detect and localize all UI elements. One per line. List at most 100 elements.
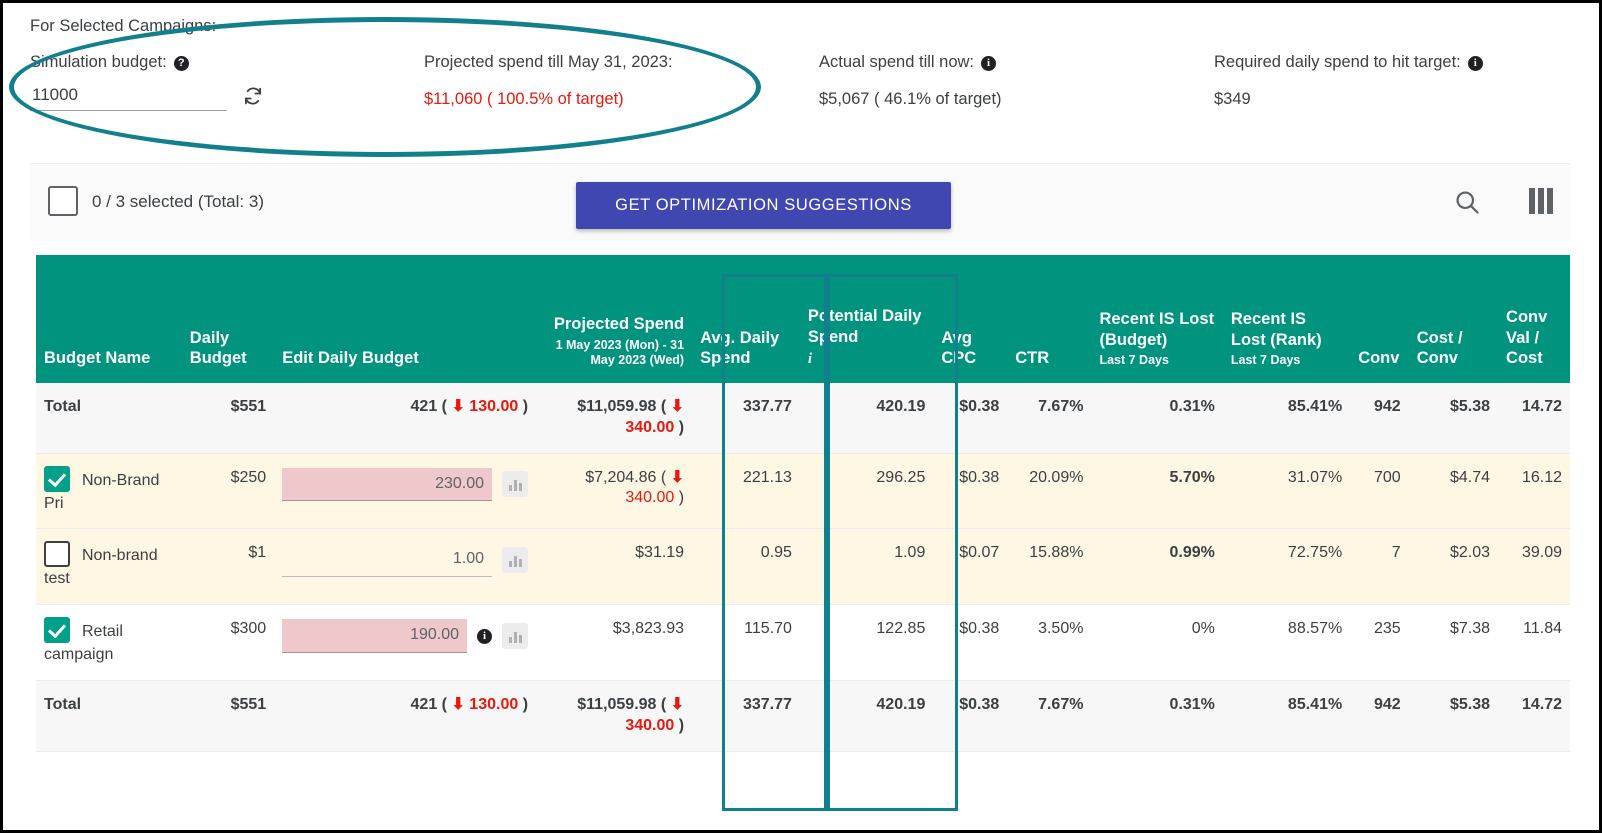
cell-avg-cpc: $0.07 [933,528,1008,606]
cell-conv-val-cost: 16.12 [1498,453,1570,530]
summary-panel: For Selected Campaigns: Simulation budge… [3,3,1599,158]
select-all-checkbox[interactable] [48,186,78,216]
cell-cost-per-conv: $7.38 [1408,604,1499,681]
info-icon[interactable]: i [981,56,997,71]
bar-chart-icon[interactable] [502,623,529,650]
cell-potential-daily-spend: 296.25 [799,453,934,530]
cell-avg-cpc: $0.38 [933,680,1008,752]
cell-daily-budget: $250 [181,453,275,530]
row-checkbox[interactable] [44,541,70,568]
table-row: Retail campaign $300 190.00 i $3,823.93 … [36,604,1570,681]
cell-is-lost-rank: 31.07% [1222,453,1351,530]
col-avg-daily-spend[interactable]: Avg. Daily Spend [692,255,800,383]
cell-name: Retail campaign [36,604,182,681]
cell-cost-per-conv: $5.38 [1408,383,1499,454]
col-ctr[interactable]: CTR [1007,255,1092,383]
cell-name: Total [36,680,182,752]
col-projected-spend[interactable]: Projected Spend 1 May 2023 (Mon) - 31 Ma… [536,255,693,383]
simulation-budget-input[interactable] [30,85,227,111]
col-conv-val-cost[interactable]: Conv Val / Cost [1498,255,1570,383]
daily-budget-input[interactable]: 1.00 [282,543,493,578]
cell-potential-daily-spend: 420.19 [799,383,934,454]
row-checkbox[interactable] [44,465,70,492]
cell-is-lost-rank: 85.41% [1222,383,1351,454]
edit-delta: 130.00 [469,398,519,415]
col-projected-spend-label: Projected Spend [553,315,685,334]
info-icon[interactable]: i [1467,56,1483,71]
cell-cost-per-conv: $4.74 [1408,453,1499,530]
screenshot-root: For Selected Campaigns: Simulation budge… [0,0,1602,833]
cell-daily-budget: $551 [181,680,275,752]
cell-avg-daily-spend: 0.95 [692,528,800,606]
decrease-arrow-icon: ⬇ [670,468,685,486]
col-avg-cpc[interactable]: Avg CPC [933,255,1008,383]
metric-simulation-budget: Simulation budget: ? [30,53,189,72]
search-icon[interactable] [1453,188,1481,216]
row-checkbox[interactable] [44,617,70,644]
projected-value: $11,059.98 ( [577,695,667,713]
col-is-lost-budget-label: Recent IS Lost (Budget) [1099,310,1215,349]
edit-delta: 130.00 [469,695,519,713]
edit-prefix: 421 ( [410,398,447,415]
col-recent-is-lost-budget[interactable]: Recent IS Lost (Budget) Last 7 Days [1091,255,1223,383]
cell-projected-spend: $3,823.93 [536,604,693,681]
cell-is-lost-budget: 0.31% [1091,680,1223,752]
col-recent-is-lost-rank[interactable]: Recent IS Lost (Rank) Last 7 Days [1222,255,1351,383]
summary-title: For Selected Campaigns: [30,17,217,35]
metric-label: Simulation budget: ? [30,53,189,72]
cell-conv: 235 [1350,604,1409,681]
col-cost-per-conv[interactable]: Cost / Conv [1408,255,1499,383]
daily-budget-input[interactable]: 190.00 [282,619,468,653]
metric-value: $349 [1214,90,1251,108]
cell-edit-daily-budget: 421 ( ⬇ 130.00 ) [274,680,537,752]
selection-count-label: 0 / 3 selected (Total: 3) [92,192,264,211]
help-icon[interactable]: ? [173,56,189,71]
metric-label-text: Actual spend till now: [819,53,975,71]
cell-avg-cpc: $0.38 [933,604,1008,681]
cell-edit-daily-budget: 230.00 [274,453,537,530]
refresh-icon[interactable] [243,86,263,106]
col-potential-daily-spend-label: Potential Daily Spend [807,307,922,346]
col-edit-daily-budget[interactable]: Edit Daily Budget [274,255,537,383]
cell-ctr: 7.67% [1007,680,1092,752]
col-daily-budget[interactable]: Daily Budget [181,255,275,383]
budget-table-container: Budget Name Daily Budget Edit Daily Budg… [36,255,1570,752]
table-toolbar: 0 / 3 selected (Total: 3) GET OPTIMIZATI… [30,163,1571,241]
cell-conv: 700 [1350,453,1409,530]
metric-actual-spend: Actual spend till now: i $5,067 ( 46.1% … [819,53,1002,109]
cell-edit-daily-budget: 421 ( ⬇ 130.00 ) [274,383,537,454]
info-icon[interactable]: i [477,628,493,644]
projected-delta: 340.00 [625,716,675,734]
col-budget-name[interactable]: Budget Name [36,255,182,383]
cell-conv-val-cost: 11.84 [1498,604,1570,681]
decrease-arrow-icon: ⬇ [451,398,465,415]
cell-avg-cpc: $0.38 [933,383,1008,454]
cell-ctr: 15.88% [1007,528,1092,606]
col-is-lost-budget-sub: Last 7 Days [1099,353,1169,368]
col-conv[interactable]: Conv [1350,255,1409,383]
cell-potential-daily-spend: 122.85 [799,604,934,681]
decrease-arrow-icon: ⬇ [670,398,685,415]
projected-delta: 340.00 [625,489,675,507]
metric-projected-spend: Projected spend till May 31, 2023: $11,0… [424,53,673,109]
edit-prefix: 421 ( [410,695,447,713]
potential-info-icon[interactable]: i [808,350,925,369]
get-optimization-suggestions-button[interactable]: GET OPTIMIZATION SUGGESTIONS [576,182,951,229]
cell-avg-daily-spend: 337.77 [692,680,800,752]
cell-potential-daily-spend: 420.19 [799,680,934,752]
cell-is-lost-budget: 0% [1091,604,1223,681]
cell-is-lost-rank: 85.41% [1222,680,1351,752]
budget-table: Budget Name Daily Budget Edit Daily Budg… [36,255,1570,752]
cell-name: Non-Brand Pri [36,453,182,530]
cell-ctr: 7.67% [1007,383,1092,454]
bar-chart-icon[interactable] [502,471,529,498]
edit-suffix: ) [522,695,529,713]
columns-icon[interactable] [1529,188,1553,214]
projected-suffix: ) [678,418,685,436]
cell-avg-daily-spend: 115.70 [692,604,800,681]
metric-value: $5,067 ( 46.1% of target) [819,90,1002,108]
col-potential-daily-spend[interactable]: Potential Daily Spend i [799,255,934,383]
daily-budget-input[interactable]: 230.00 [282,467,493,502]
bar-chart-icon[interactable] [502,547,529,574]
cell-name: Non-brand test [36,528,182,606]
